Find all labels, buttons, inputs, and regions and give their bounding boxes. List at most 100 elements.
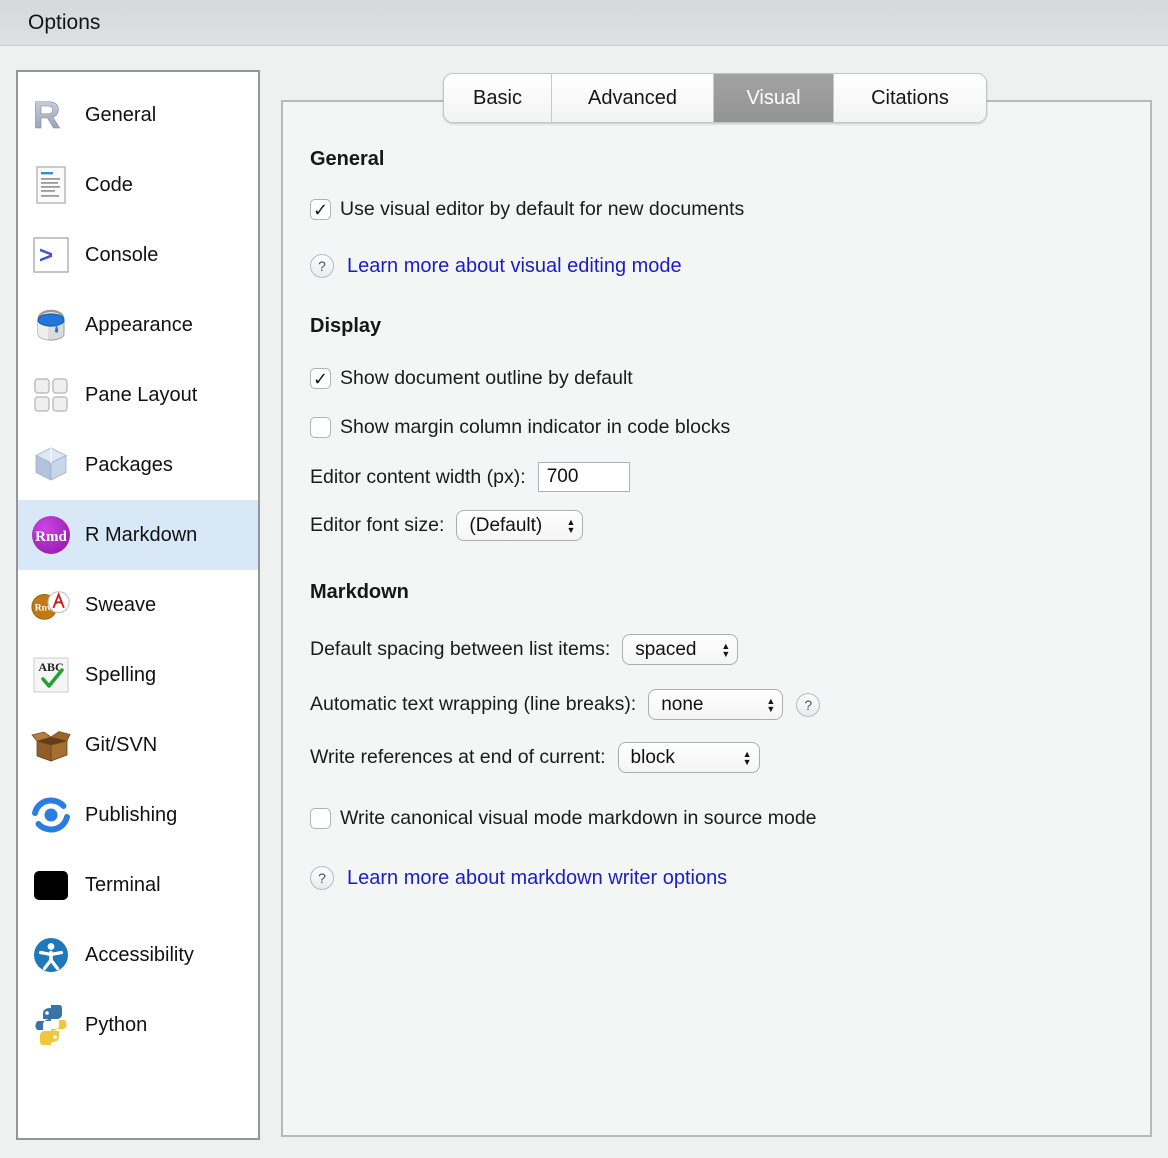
panel-tabs: Basic Advanced Visual Citations <box>443 73 987 123</box>
sidebar-item-python[interactable]: Python <box>18 990 258 1060</box>
stepper-arrows-icon: ▲▼ <box>566 518 575 534</box>
show-outline-row: ✓ Show document outline by default <box>310 367 1120 390</box>
text-wrapping-label: Automatic text wrapping (line breaks): <box>310 693 636 716</box>
show-outline-checkbox[interactable]: ✓ <box>310 368 331 389</box>
terminal-icon <box>30 864 72 906</box>
sidebar-item-publishing[interactable]: Publishing <box>18 780 258 850</box>
stepper-arrows-icon: ▲▼ <box>766 697 775 713</box>
sidebar-item-spelling[interactable]: ABC Spelling <box>18 640 258 710</box>
list-spacing-value: spaced <box>635 639 696 661</box>
sidebar-item-general[interactable]: R General <box>18 80 258 150</box>
use-visual-editor-label: Use visual editor by default for new doc… <box>340 198 744 221</box>
sweave-icon: Rnw <box>30 584 72 626</box>
sidebar-item-label: Code <box>85 174 133 197</box>
font-size-row: Editor font size: (Default) ▲▼ <box>310 510 1120 541</box>
learn-visual-editing-link[interactable]: Learn more about visual editing mode <box>347 255 682 278</box>
question-glyph: ? <box>318 870 326 886</box>
font-size-select[interactable]: (Default) ▲▼ <box>456 510 583 541</box>
sidebar-item-label: Git/SVN <box>85 734 157 757</box>
svg-text:R: R <box>33 95 60 135</box>
rmarkdown-icon: Rmd <box>30 514 72 556</box>
sidebar-item-accessibility[interactable]: Accessibility <box>18 920 258 990</box>
sidebar-item-label: Spelling <box>85 664 156 687</box>
sidebar-item-sweave[interactable]: Rnw Sweave <box>18 570 258 640</box>
git-svn-icon <box>30 724 72 766</box>
content-width-row: Editor content width (px): <box>310 462 1120 492</box>
sidebar-item-label: Console <box>85 244 158 267</box>
sidebar-item-label: R Markdown <box>85 524 197 547</box>
markdown-writer-help-row: ? Learn more about markdown writer optio… <box>310 866 1120 890</box>
sidebar-item-label: Publishing <box>85 804 177 827</box>
canonical-markdown-label: Write canonical visual mode markdown in … <box>340 807 817 830</box>
tab-advanced[interactable]: Advanced <box>552 74 714 122</box>
write-references-label: Write references at end of current: <box>310 746 606 769</box>
tab-visual[interactable]: Visual <box>714 74 834 122</box>
sidebar-item-label: Packages <box>85 454 173 477</box>
sidebar-item-label: Accessibility <box>85 944 194 967</box>
packages-icon <box>30 444 72 486</box>
show-outline-label: Show document outline by default <box>340 367 633 390</box>
stepper-arrows-icon: ▲▼ <box>743 750 752 766</box>
show-margin-label: Show margin column indicator in code blo… <box>340 416 730 439</box>
sidebar-item-git-svn[interactable]: Git/SVN <box>18 710 258 780</box>
section-heading-display: Display <box>310 315 1120 338</box>
question-glyph: ? <box>804 697 812 713</box>
appearance-icon <box>30 304 72 346</box>
dialog-title: Options <box>28 11 100 35</box>
sidebar-item-label: Appearance <box>85 314 193 337</box>
write-references-select[interactable]: block ▲▼ <box>618 742 760 773</box>
pane-layout-icon <box>30 374 72 416</box>
font-size-value: (Default) <box>469 515 542 537</box>
list-spacing-row: Default spacing between list items: spac… <box>310 634 1120 665</box>
content-width-label: Editor content width (px): <box>310 466 526 489</box>
tab-basic[interactable]: Basic <box>444 74 552 122</box>
sidebar-item-label: Python <box>85 1014 147 1037</box>
help-icon[interactable]: ? <box>796 693 820 717</box>
question-glyph: ? <box>318 258 326 274</box>
show-margin-checkbox[interactable] <box>310 417 331 438</box>
use-visual-editor-row: ✓ Use visual editor by default for new d… <box>310 198 1120 221</box>
sidebar-item-label: Sweave <box>85 594 156 617</box>
r-logo-icon: R <box>30 94 72 136</box>
section-heading-markdown: Markdown <box>310 581 1120 604</box>
sidebar-item-console[interactable]: > Console <box>18 220 258 290</box>
sidebar-item-appearance[interactable]: Appearance <box>18 290 258 360</box>
list-spacing-label: Default spacing between list items: <box>310 638 610 661</box>
console-icon: > <box>30 234 72 276</box>
text-wrapping-row: Automatic text wrapping (line breaks): n… <box>310 689 1120 720</box>
sidebar-item-r-markdown[interactable]: Rmd R Markdown <box>18 500 258 570</box>
text-wrapping-value: none <box>661 694 703 716</box>
visual-editing-help-row: ? Learn more about visual editing mode <box>310 254 1120 278</box>
learn-markdown-writer-link[interactable]: Learn more about markdown writer options <box>347 867 727 890</box>
help-icon[interactable]: ? <box>310 866 334 890</box>
sidebar-item-code[interactable]: Code <box>18 150 258 220</box>
stepper-arrows-icon: ▲▼ <box>721 642 730 658</box>
show-margin-row: Show margin column indicator in code blo… <box>310 416 1120 439</box>
write-references-value: block <box>631 747 675 769</box>
canonical-markdown-row: Write canonical visual mode markdown in … <box>310 807 1120 830</box>
canonical-markdown-checkbox[interactable] <box>310 808 331 829</box>
code-icon <box>30 164 72 206</box>
text-wrapping-select[interactable]: none ▲▼ <box>648 689 783 720</box>
font-size-label: Editor font size: <box>310 514 444 537</box>
python-icon <box>30 1004 72 1046</box>
options-sidebar: R General Code > Console <box>16 70 260 1140</box>
sidebar-item-terminal[interactable]: Terminal <box>18 850 258 920</box>
list-spacing-select[interactable]: spaced ▲▼ <box>622 634 738 665</box>
publishing-icon <box>30 794 72 836</box>
svg-text:>: > <box>39 242 53 269</box>
use-visual-editor-checkbox[interactable]: ✓ <box>310 199 331 220</box>
help-icon[interactable]: ? <box>310 254 334 278</box>
svg-text:Rmd: Rmd <box>35 529 67 545</box>
sidebar-item-pane-layout[interactable]: Pane Layout <box>18 360 258 430</box>
write-references-row: Write references at end of current: bloc… <box>310 742 1120 773</box>
content-width-input[interactable] <box>538 462 630 492</box>
sidebar-item-label: Terminal <box>85 874 161 897</box>
section-heading-general: General <box>310 148 1120 171</box>
sidebar-item-label: Pane Layout <box>85 384 197 407</box>
visual-options-panel: General ✓ Use visual editor by default f… <box>281 100 1152 1137</box>
accessibility-icon <box>30 934 72 976</box>
tab-citations[interactable]: Citations <box>834 74 986 122</box>
sidebar-item-packages[interactable]: Packages <box>18 430 258 500</box>
spelling-icon: ABC <box>30 654 72 696</box>
